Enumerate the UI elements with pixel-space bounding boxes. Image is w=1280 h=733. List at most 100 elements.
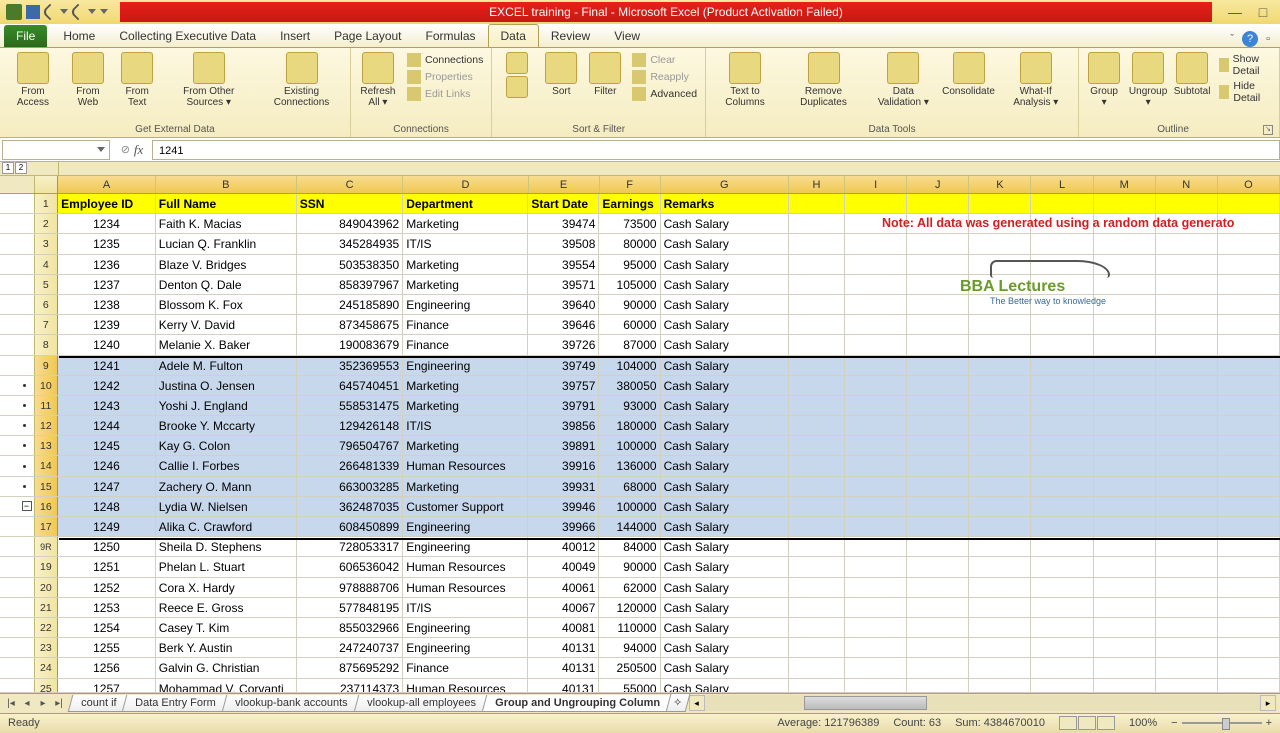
cell[interactable]: 1250 <box>58 537 156 556</box>
cell[interactable] <box>1094 356 1156 375</box>
cell[interactable]: 84000 <box>599 537 660 556</box>
row-header[interactable]: 9R <box>35 537 59 556</box>
cell[interactable]: 796504767 <box>297 436 403 455</box>
select-all-corner[interactable] <box>35 176 59 193</box>
cell[interactable] <box>1218 436 1280 455</box>
cell[interactable]: 1255 <box>58 638 156 657</box>
show-detail-button[interactable]: Show Detail <box>1217 52 1273 78</box>
cell[interactable] <box>907 658 969 677</box>
cell[interactable]: Phelan L. Stuart <box>156 557 297 576</box>
cell[interactable] <box>845 416 907 435</box>
cell[interactable]: 1243 <box>58 396 156 415</box>
cell[interactable]: Alika C. Crawford <box>156 517 297 536</box>
header-cell[interactable]: Department <box>403 194 528 213</box>
cell[interactable] <box>789 416 845 435</box>
cell[interactable]: 40012 <box>528 537 599 556</box>
what-if-button[interactable]: What-If Analysis ▾ <box>997 50 1074 110</box>
cell[interactable] <box>1156 557 1218 576</box>
cell[interactable] <box>789 275 845 294</box>
minimize-ribbon-icon[interactable]: ˇ <box>1230 33 1234 45</box>
cell[interactable] <box>1031 618 1093 637</box>
cell[interactable] <box>845 618 907 637</box>
cell[interactable] <box>1031 477 1093 496</box>
cell[interactable] <box>1031 517 1093 536</box>
col-header-H[interactable]: H <box>789 176 845 193</box>
col-header-E[interactable]: E <box>529 176 600 193</box>
cell[interactable] <box>1094 376 1156 395</box>
cell[interactable]: 1241 <box>58 356 156 375</box>
cell[interactable] <box>1218 315 1280 334</box>
view-page-layout[interactable] <box>1078 716 1096 730</box>
cell[interactable] <box>789 679 845 692</box>
cell[interactable] <box>969 456 1031 475</box>
view-normal[interactable] <box>1059 716 1077 730</box>
cell[interactable] <box>969 335 1031 354</box>
cell[interactable] <box>1156 275 1218 294</box>
col-header-L[interactable]: L <box>1031 176 1093 193</box>
row-header[interactable]: 14 <box>35 456 59 475</box>
cell[interactable] <box>845 335 907 354</box>
cell[interactable]: Engineering <box>403 537 528 556</box>
cell[interactable] <box>907 679 969 692</box>
col-header-C[interactable]: C <box>297 176 404 193</box>
header-cell[interactable]: Employee ID <box>58 194 156 213</box>
cell[interactable] <box>1094 456 1156 475</box>
cell[interactable] <box>969 396 1031 415</box>
cell[interactable]: 39726 <box>528 335 599 354</box>
subtotal-button[interactable]: Subtotal <box>1171 50 1213 99</box>
cell[interactable]: Zachery O. Mann <box>156 477 297 496</box>
cell[interactable]: Engineering <box>403 517 528 536</box>
undo-dropdown-icon[interactable] <box>60 9 68 15</box>
header-cell[interactable]: SSN <box>297 194 403 213</box>
cell[interactable] <box>789 356 845 375</box>
tab-file[interactable]: File <box>4 25 47 47</box>
cell[interactable] <box>1218 537 1280 556</box>
cell[interactable] <box>845 315 907 334</box>
cell[interactable]: 1244 <box>58 416 156 435</box>
cell[interactable] <box>1094 335 1156 354</box>
cell[interactable]: 39916 <box>528 456 599 475</box>
cell[interactable]: 40131 <box>528 679 599 692</box>
cell[interactable] <box>1094 194 1156 213</box>
cell[interactable]: Cash Salary <box>661 295 789 314</box>
cell[interactable]: Kay G. Colon <box>156 436 297 455</box>
ungroup-button[interactable]: Ungroup ▾ <box>1127 50 1169 110</box>
hide-detail-button[interactable]: Hide Detail <box>1217 79 1273 105</box>
header-cell[interactable]: Full Name <box>156 194 297 213</box>
cell[interactable]: Marketing <box>403 255 528 274</box>
cell[interactable] <box>789 618 845 637</box>
cell[interactable]: Finance <box>403 335 528 354</box>
tab-home[interactable]: Home <box>51 25 107 47</box>
cell[interactable] <box>845 517 907 536</box>
cell[interactable]: Human Resources <box>403 557 528 576</box>
cell[interactable]: Berk Y. Austin <box>156 638 297 657</box>
cell[interactable] <box>789 497 845 516</box>
cell[interactable] <box>1094 497 1156 516</box>
cell[interactable] <box>845 578 907 597</box>
tab-page-layout[interactable]: Page Layout <box>322 25 413 47</box>
cell[interactable]: 40131 <box>528 658 599 677</box>
cell[interactable] <box>1031 234 1093 253</box>
cell[interactable]: Cash Salary <box>661 537 789 556</box>
cell[interactable] <box>1218 598 1280 617</box>
row-header[interactable]: 22 <box>35 618 59 637</box>
cell[interactable]: 380050 <box>599 376 660 395</box>
cell[interactable] <box>969 416 1031 435</box>
refresh-all-button[interactable]: Refresh All ▾ <box>355 50 401 110</box>
cell[interactable]: 39554 <box>528 255 599 274</box>
cell[interactable] <box>907 416 969 435</box>
cell[interactable] <box>1156 416 1218 435</box>
cell[interactable] <box>1094 234 1156 253</box>
cell[interactable]: Blossom K. Fox <box>156 295 297 314</box>
cell[interactable] <box>1031 315 1093 334</box>
cell[interactable]: 1257 <box>58 679 156 692</box>
cell[interactable] <box>1094 517 1156 536</box>
cell[interactable] <box>1031 396 1093 415</box>
cell[interactable] <box>1156 194 1218 213</box>
cell[interactable] <box>1094 679 1156 692</box>
cell[interactable]: Cash Salary <box>661 517 789 536</box>
cell[interactable] <box>969 517 1031 536</box>
cell[interactable] <box>1156 618 1218 637</box>
cell[interactable]: 352369553 <box>297 356 403 375</box>
cell[interactable]: Faith K. Macias <box>156 214 297 233</box>
